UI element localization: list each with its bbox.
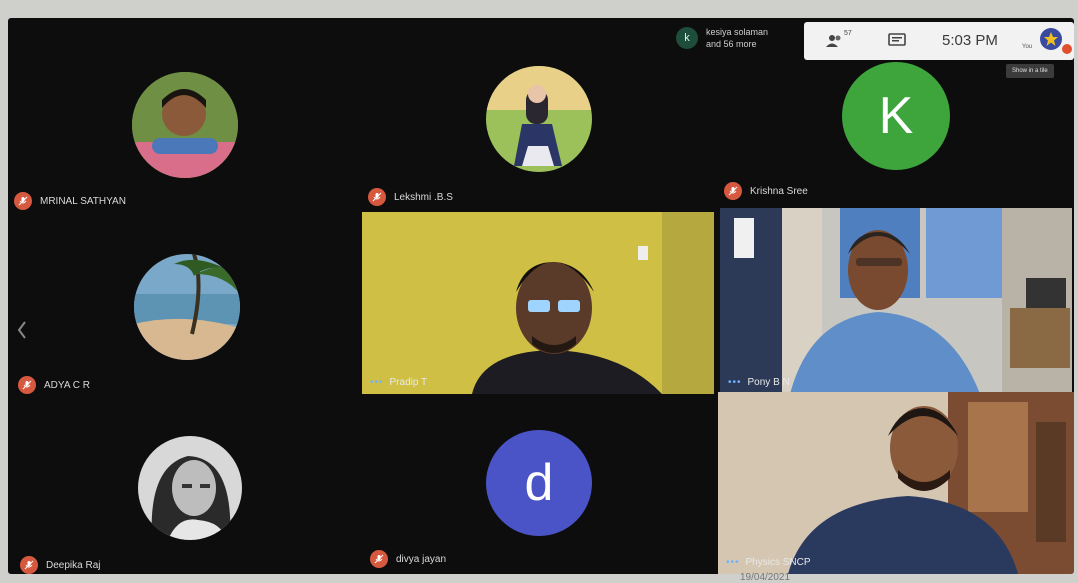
you-label: You — [1022, 44, 1033, 50]
participant-name: ADYA C R — [44, 379, 90, 391]
tooltip: Show in a tile — [1006, 64, 1054, 78]
mic-off-icon — [370, 550, 388, 568]
participant-name-tag: MRINAL SATHYAN — [14, 192, 126, 210]
chevron-left-icon[interactable] — [14, 318, 30, 342]
notice-avatar: k — [676, 27, 698, 49]
self-avatar[interactable] — [1040, 28, 1062, 50]
participants-button[interactable]: 57 — [824, 30, 852, 52]
participant-avatar-photo — [132, 72, 238, 178]
notice-line1: kesiya solaman — [706, 27, 769, 37]
participant-name-tag: Deepika Raj — [20, 556, 100, 574]
mic-off-icon — [724, 182, 742, 200]
participant-name-tag: ••• Pradip T — [370, 377, 427, 388]
people-icon — [824, 30, 846, 52]
participant-avatar-photo — [486, 66, 592, 172]
participant-name: MRINAL SATHYAN — [40, 195, 126, 207]
speaking-indicator-icon: ••• — [726, 557, 740, 568]
notice-line2: and 56 more — [706, 39, 757, 49]
participant-video-tile[interactable]: ••• Physics SNCP — [718, 392, 1074, 574]
participant-name: Krishna Sree — [750, 185, 808, 197]
participant-name: Pradip T — [389, 377, 428, 388]
meeting-time: 5:03 PM — [942, 32, 998, 49]
participant-name: Deepika Raj — [46, 559, 101, 571]
participant-video-tile[interactable]: ••• Pony B N — [720, 208, 1072, 394]
participant-video-tile[interactable]: ••• Pradip T — [362, 212, 714, 394]
notification-badge — [1062, 44, 1072, 54]
participant-name-tag: Krishna Sree — [724, 182, 808, 200]
participant-name-tag: ADYA C R — [18, 376, 90, 394]
chat-icon[interactable] — [886, 30, 908, 52]
speaking-indicator-icon: ••• — [728, 377, 742, 388]
participant-name: Pony B N — [747, 377, 790, 388]
photo-date: 19/04/2021 — [740, 572, 791, 583]
mic-off-icon — [20, 556, 38, 574]
participant-name: Physics SNCP — [745, 557, 811, 568]
meet-grid: MRINAL SATHYAN Lekshmi .B.S K Krishna Sr… — [8, 18, 1074, 574]
participant-name-tag: ••• Physics SNCP — [726, 557, 811, 568]
star-icon — [1044, 32, 1058, 46]
mic-off-icon — [18, 376, 36, 394]
participant-name: Lekshmi .B.S — [394, 191, 453, 203]
participant-name-tag: Lekshmi .B.S — [368, 188, 453, 206]
participants-count: 57 — [844, 30, 852, 37]
speaking-indicator-icon: ••• — [370, 377, 384, 388]
meeting-top-bar: 57 5:03 PM You — [804, 22, 1074, 60]
participant-avatar-photo — [138, 436, 242, 540]
participant-name: divya jayan — [396, 553, 447, 565]
participant-avatar-letter: d — [486, 430, 592, 536]
participant-name-tag: divya jayan — [370, 550, 446, 568]
mic-off-icon — [14, 192, 32, 210]
join-notice: k kesiya solaman and 56 more — [676, 26, 768, 50]
participant-avatar-letter: K — [842, 62, 950, 170]
participant-avatar-photo — [134, 254, 240, 360]
participant-name-tag: ••• Pony B N — [728, 377, 790, 388]
mic-off-icon — [368, 188, 386, 206]
